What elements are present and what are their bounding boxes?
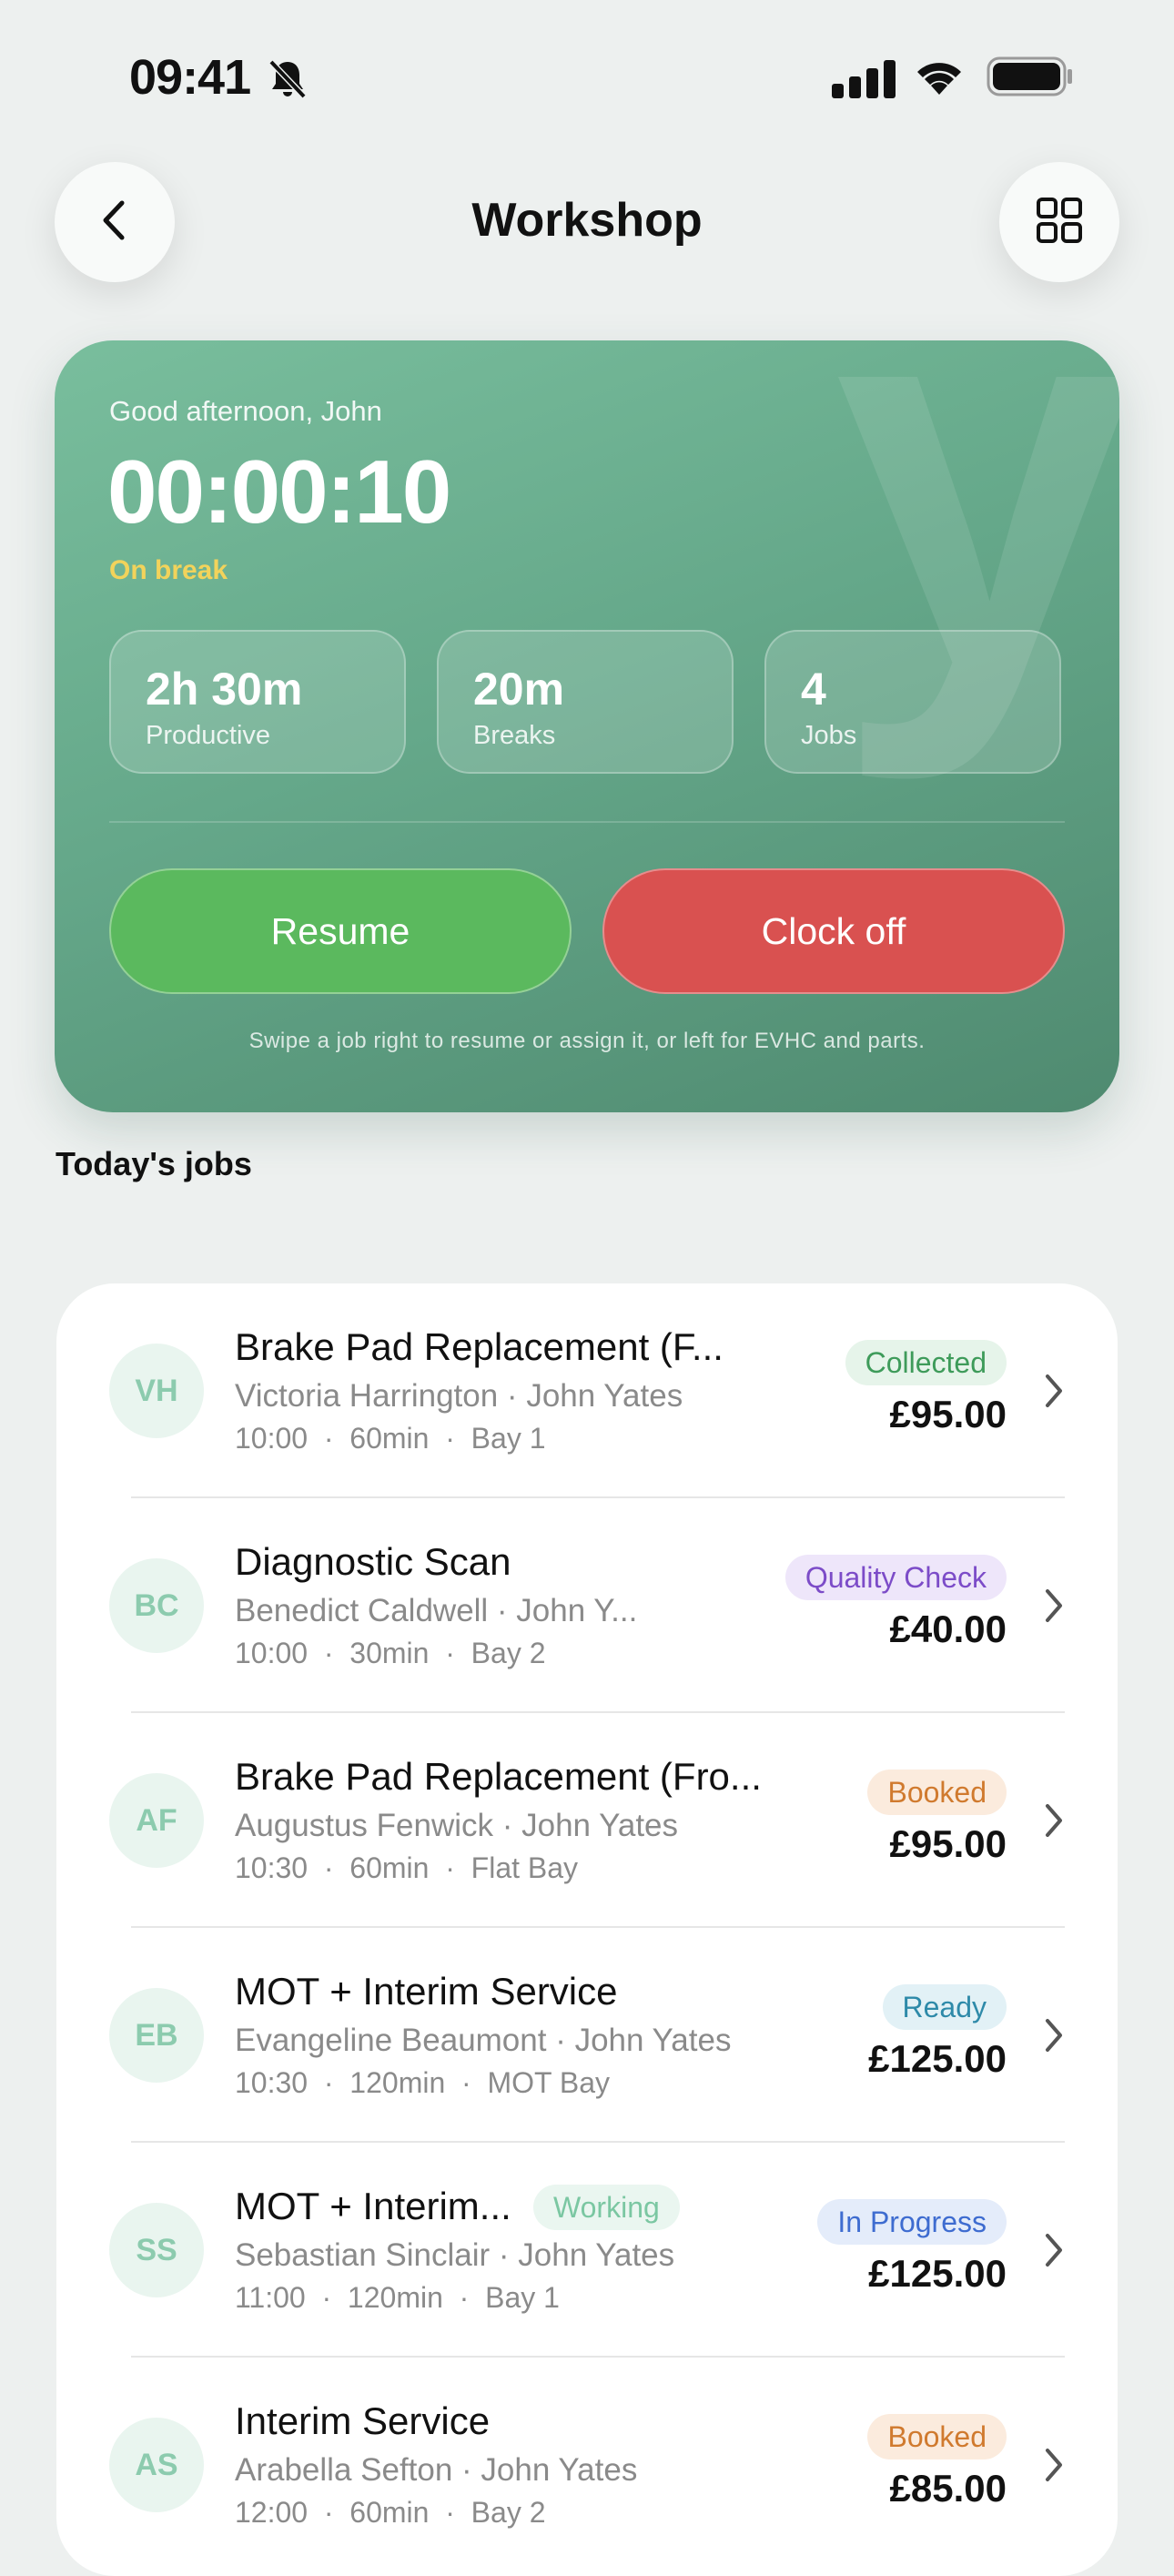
job-row[interactable]: SS MOT + Interim... Working Sebastian Si…: [56, 2143, 1118, 2358]
job-duration: 30min: [349, 1637, 430, 1669]
avatar: AF: [109, 1773, 204, 1868]
job-row[interactable]: BC Diagnostic Scan Benedict Caldwell · J…: [56, 1498, 1118, 1713]
stat-value: 20m: [473, 664, 565, 715]
job-meta: 10:30 · 120min · MOT Bay: [235, 2066, 611, 2099]
job-title: Interim Service: [235, 2399, 491, 2442]
avatar: BC: [109, 1558, 204, 1653]
page-title: Workshop: [471, 194, 703, 247]
break-status: On break: [109, 555, 228, 585]
chevron-right-icon: [1043, 1587, 1065, 1628]
job-meta: 10:00 · 30min · Bay 2: [235, 1637, 546, 1669]
stat-productive: 2h 30m Productive: [109, 630, 406, 774]
job-customer: Evangeline Beaumont · John Yates: [235, 2023, 732, 2058]
chevron-right-icon: [1043, 1373, 1065, 1414]
avatar: EB: [109, 1988, 204, 2083]
status-badge: Ready: [882, 1984, 1007, 2030]
chevron-right-icon: [1043, 2017, 1065, 2058]
grid-icon: [1036, 197, 1083, 248]
job-time: 12:00: [235, 2496, 309, 2529]
job-customer: Victoria Harrington · John Yates: [235, 1378, 683, 1414]
job-time: 11:00: [235, 2281, 306, 2314]
working-badge: Working: [533, 2185, 680, 2230]
stat-label: Jobs: [801, 721, 857, 750]
jobs-list: VH Brake Pad Replacement (F... Victoria …: [56, 1283, 1118, 2576]
clock-off-button[interactable]: Clock off: [602, 868, 1065, 994]
job-price: £125.00: [868, 2037, 1007, 2080]
job-duration: 60min: [349, 1851, 430, 1884]
stat-label: Breaks: [473, 721, 556, 750]
job-time: 10:30: [235, 2066, 309, 2099]
status-badge: Booked: [867, 1770, 1007, 1815]
job-title: Brake Pad Replacement (Fro...: [235, 1755, 762, 1798]
battery-icon: [987, 56, 1074, 101]
stat-jobs: 4 Jobs: [764, 630, 1061, 774]
job-time: 10:00: [235, 1637, 309, 1669]
divider: [109, 821, 1065, 823]
chevron-right-icon: [1043, 2232, 1065, 2273]
job-price: £85.00: [889, 2467, 1007, 2510]
status-bar: 09:41: [0, 0, 1174, 155]
job-title: MOT + Interim Service: [235, 1970, 618, 2013]
job-bay: MOT Bay: [487, 2066, 611, 2099]
job-bay: Flat Bay: [471, 1851, 579, 1884]
job-price: £95.00: [889, 1393, 1007, 1435]
job-meta: 10:00 · 60min · Bay 1: [235, 1422, 546, 1455]
job-customer: Augustus Fenwick · John Yates: [235, 1808, 679, 1843]
chevron-right-icon: [1043, 2447, 1065, 2488]
job-row[interactable]: AF Brake Pad Replacement (Fro... Augustu…: [56, 1713, 1118, 1928]
stat-breaks: 20m Breaks: [437, 630, 734, 774]
swipe-hint: Swipe a job right to resume or assign it…: [248, 1029, 926, 1053]
job-customer: Arabella Sefton · John Yates: [235, 2452, 638, 2488]
job-row[interactable]: EB MOT + Interim Service Evangeline Beau…: [56, 1928, 1118, 2143]
job-meta: 12:00 · 60min · Bay 2: [235, 2496, 546, 2529]
job-title: MOT + Interim...: [235, 2185, 511, 2227]
greeting-text: Good afternoon, John: [109, 395, 382, 427]
job-time: 10:00: [235, 1422, 309, 1455]
job-bay: Bay 2: [471, 2496, 546, 2529]
job-bay: Bay 2: [471, 1637, 546, 1669]
bell-muted-icon: [268, 58, 308, 105]
job-bay: Bay 1: [471, 1422, 546, 1455]
job-duration: 120min: [349, 2066, 446, 2099]
status-badge: In Progress: [817, 2199, 1007, 2245]
job-row[interactable]: AS Interim Service Arabella Sefton · Joh…: [56, 2358, 1118, 2572]
job-title: Diagnostic Scan: [235, 1540, 511, 1583]
chevron-right-icon: [1043, 1802, 1065, 1843]
avatar: AS: [109, 2418, 204, 2512]
job-time: 10:30: [235, 1851, 309, 1884]
job-customer: Sebastian Sinclair · John Yates: [235, 2237, 675, 2273]
grid-view-button[interactable]: [999, 162, 1119, 282]
job-customer: Benedict Caldwell · John Y...: [235, 1593, 638, 1628]
status-badge: Booked: [867, 2414, 1007, 2459]
job-duration: 60min: [349, 2496, 430, 2529]
job-price: £125.00: [868, 2252, 1007, 2295]
job-meta: 10:30 · 60min · Flat Bay: [235, 1851, 579, 1884]
cellular-signal-icon: [832, 58, 896, 103]
status-badge: Quality Check: [784, 1555, 1007, 1600]
stat-value: 2h 30m: [146, 664, 303, 715]
status-time: 09:41: [129, 50, 251, 105]
avatar: VH: [109, 1344, 204, 1438]
job-row[interactable]: VH Brake Pad Replacement (F... Victoria …: [56, 1283, 1118, 1498]
job-duration: 120min: [347, 2281, 443, 2314]
job-meta: 11:00 · 120min · Bay 1: [235, 2281, 560, 2314]
session-timer: 00:00:10: [107, 441, 451, 542]
job-price: £40.00: [889, 1607, 1007, 1650]
stat-value: 4: [801, 664, 826, 715]
wifi-icon: [912, 55, 967, 101]
stat-label: Productive: [146, 721, 271, 750]
job-bay: Bay 1: [485, 2281, 560, 2314]
job-duration: 60min: [349, 1422, 430, 1455]
section-title: Today's jobs: [56, 1145, 252, 1182]
avatar: SS: [109, 2203, 204, 2297]
clock-card: y Good afternoon, John 00:00:10 On break…: [55, 340, 1119, 1112]
job-title: Brake Pad Replacement (F...: [235, 1325, 724, 1368]
job-price: £95.00: [889, 1822, 1007, 1865]
resume-button[interactable]: Resume: [109, 868, 572, 994]
status-badge: Collected: [845, 1340, 1007, 1385]
